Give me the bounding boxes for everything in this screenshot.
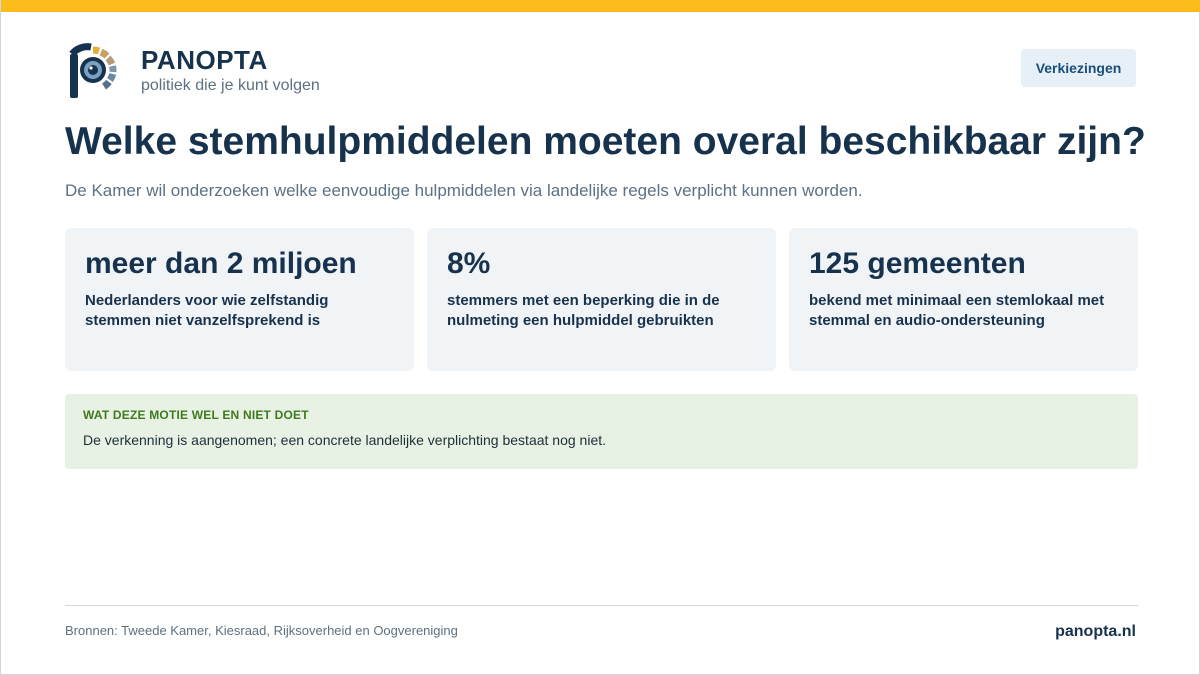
brand-block: PANOPTA politiek die je kunt volgen [141,45,320,95]
stat-card-percentage: 8% stemmers met een beperking die in de … [427,228,776,371]
stat-card-people: meer dan 2 miljoen Nederlanders voor wie… [65,228,414,371]
stat-value: 8% [447,247,491,280]
notice-text: De verkenning is aangenomen; een concret… [83,432,607,448]
stat-value: meer dan 2 miljoen [85,247,357,280]
sources-text: Bronnen: Tweede Kamer, Kiesraad, Rijksov… [65,623,458,638]
verkiezingen-button[interactable]: Verkiezingen [1021,49,1136,87]
stat-value: 125 gemeenten [809,247,1026,280]
stat-card-municipalities: 125 gemeenten bekend met minimaal een st… [789,228,1138,371]
brand-tagline: politiek die je kunt volgen [141,77,320,94]
stat-label: bekend met minimaal een stemlokaal met s… [809,292,1105,329]
motion-notice: WAT DEZE MOTIE WEL EN NIET DOET De verke… [65,394,1138,469]
stat-label: Nederlanders voor wie zelfstandig stemme… [85,292,329,329]
brand-name[interactable]: PANOPTA [141,45,320,75]
panopta-eye-logo-icon[interactable] [65,40,121,100]
notice-heading: WAT DEZE MOTIE WEL EN NIET DOET [83,408,309,422]
page-frame: PANOPTA politiek die je kunt volgen Verk… [0,0,1200,675]
page-subtitle: De Kamer wil onderzoeken welke eenvoudig… [65,181,863,200]
site-header: PANOPTA politiek die je kunt volgen [65,40,320,100]
page-title: Welke stemhulpmiddelen moeten overal bes… [65,120,1146,163]
stat-label: stemmers met een beperking die in de nul… [447,292,720,329]
accent-top-bar [1,0,1200,12]
footer-site-link[interactable]: panopta.nl [1055,623,1136,641]
footer-divider [65,605,1138,606]
